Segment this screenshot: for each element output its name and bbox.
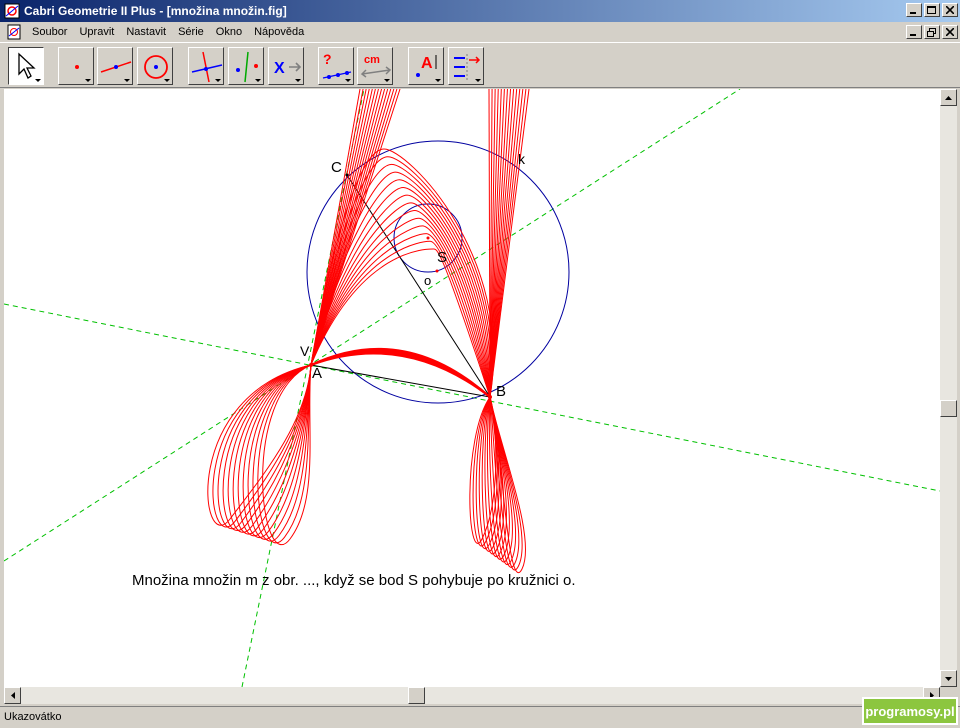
svg-text:X: X [274,60,285,77]
menu-okno[interactable]: Okno [210,23,248,41]
scroll-left-button[interactable] [4,687,21,704]
point-label-s[interactable]: S [437,249,447,266]
doc-minimize-button[interactable] [906,25,922,39]
menu-napoveda[interactable]: Nápověda [248,23,310,41]
circle-label-o[interactable]: o [424,273,431,288]
maximize-icon [927,5,936,14]
document-window-controls [906,25,958,39]
menu-bar: Soubor Upravit Nastavit Série Okno Nápov… [0,22,960,42]
minimize-icon [910,12,916,14]
circle-label-k[interactable]: k [518,151,525,167]
window-title: Cabri Geometrie II Plus - [množina množi… [24,4,287,18]
svg-text:?: ? [323,51,332,67]
vertical-scroll-thumb[interactable] [940,400,957,417]
doc-restore-button[interactable] [924,25,940,39]
point-label-v[interactable]: V [300,343,309,359]
menu-nastavit[interactable]: Nastavit [120,23,172,41]
horizontal-scrollbar[interactable] [4,687,940,704]
doc-close-button[interactable] [942,25,958,39]
toolbar: X ? cm A [0,42,960,88]
maximize-button[interactable] [924,3,940,17]
measure-unit-label: cm [364,54,380,66]
restore-icon [927,27,936,37]
tool-draw[interactable] [448,47,484,85]
tool-macro[interactable]: X [268,47,304,85]
tool-check-property[interactable]: ? [318,47,354,85]
point-label-c[interactable]: C [331,159,342,176]
tool-pointer[interactable] [8,47,44,85]
menu-upravit[interactable]: Upravit [73,23,120,41]
window-controls [906,3,958,17]
close-button[interactable] [942,3,958,17]
figure-caption[interactable]: Množina množin m z obr. ..., když se bod… [132,572,576,589]
close-icon [946,28,954,36]
tool-circle[interactable] [137,47,173,85]
arrow-left-icon [10,692,15,699]
aux-line-diagonal[interactable] [4,89,741,562]
close-icon [946,6,954,14]
point-s[interactable] [435,269,439,273]
scroll-up-button[interactable] [940,89,957,106]
point-s-center[interactable] [426,236,430,240]
point-label-a[interactable]: A [312,365,322,382]
menu-soubor[interactable]: Soubor [26,23,73,41]
locus-arc-band [310,351,491,398]
tool-line[interactable] [97,47,133,85]
cabri-app-icon [4,3,20,19]
title-bar: Cabri Geometrie II Plus - [množina množi… [0,0,960,22]
tool-point[interactable] [58,47,94,85]
minimize-button[interactable] [906,3,922,17]
watermark-badge: programosy.pl [862,697,958,725]
tool-measure[interactable]: cm [357,47,393,85]
geometry-figure[interactable] [4,89,940,687]
scroll-down-button[interactable] [940,670,957,687]
tool-construct[interactable] [188,47,224,85]
document-icon[interactable] [6,24,22,40]
status-bar: Ukazovátko [0,706,960,728]
point-c[interactable] [345,173,349,177]
drawing-canvas[interactable]: C k S o V A B Množina množin m z obr. ..… [4,89,940,687]
locus-arc-band [310,350,491,398]
menu-serie[interactable]: Série [172,23,210,41]
status-text: Ukazovátko [4,711,62,723]
svg-text:A: A [421,55,433,72]
vertical-scrollbar[interactable] [940,89,957,687]
point-b[interactable] [488,395,492,399]
minimize-icon [910,34,916,36]
locus-petal-a [242,364,312,539]
horizontal-scroll-thumb[interactable] [408,687,425,704]
arrow-up-icon [945,95,952,100]
segment-ab[interactable] [310,364,491,398]
point-label-b[interactable]: B [496,383,506,400]
arrow-down-icon [945,676,952,681]
segment-cb[interactable] [346,174,491,398]
tool-transform[interactable] [228,47,264,85]
tool-display[interactable]: A [408,47,444,85]
